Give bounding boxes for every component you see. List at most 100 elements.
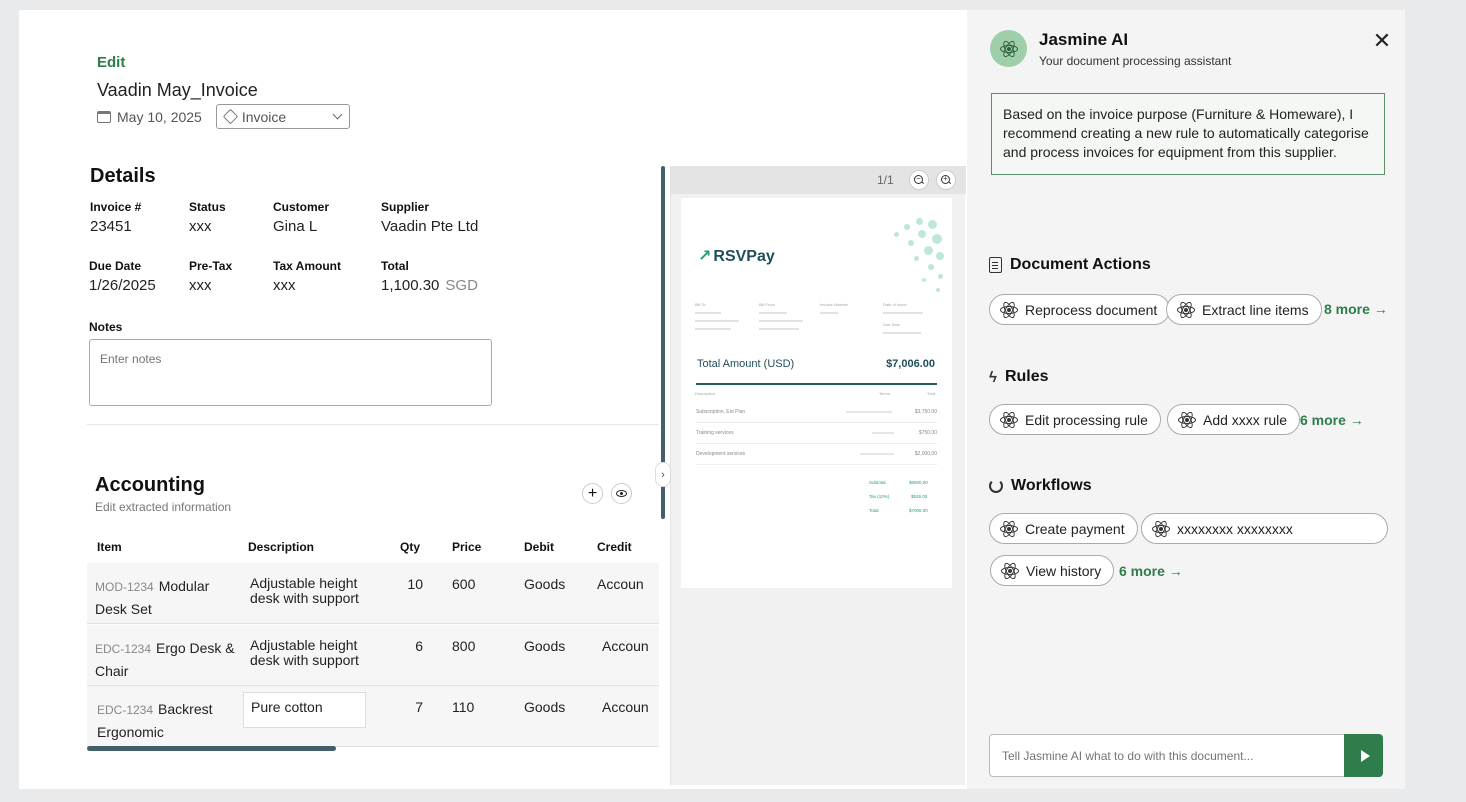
rules-more-link[interactable]: 6 more → [1300,412,1364,428]
app-window: Edit Vaadin May_Invoice May 10, 2025 Inv… [19,10,1405,789]
assistant-avatar [990,30,1027,67]
chip-label: Edit processing rule [1025,411,1148,428]
extract-line-items-button[interactable]: Extract line items [1166,294,1322,325]
chip-label: xxxxxxxx xxxxxxxx [1177,520,1293,537]
row-description[interactable]: Adjustable height desk with support [250,576,370,606]
field-label: Invoice # [90,200,142,214]
column-header-description[interactable]: Description [248,540,314,554]
column-header-qty[interactable]: Qty [400,540,420,554]
zoom-out-button[interactable]: − [909,170,929,190]
field-label: Status [189,200,226,214]
chip-label: Add xxxx rule [1203,411,1288,428]
close-icon: ✕ [1372,28,1392,53]
row-qty[interactable]: 6 [387,638,423,654]
chevron-down-icon [332,109,343,120]
assistant-chat-input[interactable] [989,734,1345,777]
notes-input[interactable] [89,339,492,406]
document-type-select[interactable]: Invoice [215,104,350,129]
field-value[interactable]: xxx [273,277,341,294]
atom-icon [1000,518,1018,539]
row-debit[interactable]: Goods [524,638,565,654]
table-row[interactable]: EDC-1234 Ergo Desk & Chair Adjustable hei… [87,625,659,686]
add-line-button[interactable]: + [582,483,603,504]
row-item[interactable]: EDC-1234 Backrest Ergonomic [97,698,237,743]
create-payment-button[interactable]: Create payment [989,513,1138,544]
row-description-input[interactable]: Pure cotton [243,692,366,728]
toggle-view-button[interactable] [611,483,632,504]
table-horizontal-scrollbar[interactable] [87,746,336,751]
field-value[interactable]: 23451 [90,218,141,235]
row-price[interactable]: 600 [452,576,475,592]
field-value[interactable]: Gina L [273,218,329,235]
row-price[interactable]: 110 [452,699,474,715]
atom-icon [1000,299,1018,320]
row-debit[interactable]: Goods [524,576,565,592]
field-tax-amount: Tax Amount xxx [273,259,341,294]
rules-heading: ϟ Rules [989,368,1049,386]
table-row[interactable]: EDC-1234 Backrest Ergonomic Pure cotton 7… [87,686,659,747]
details-heading: Details [90,165,156,187]
column-header-debit[interactable]: Debit [524,540,554,554]
row-qty[interactable]: 7 [387,699,423,715]
field-label: Total [381,259,409,273]
notes-label: Notes [89,320,123,334]
column-header-credit[interactable]: Credit [597,540,632,554]
document-title[interactable]: Vaadin May_Invoice [97,80,258,101]
row-qty[interactable]: 10 [387,576,423,592]
send-icon [1360,749,1370,762]
row-credit[interactable]: Accoun [602,699,664,715]
workflow-action-button[interactable]: xxxxxxxx xxxxxxxx [1141,513,1388,544]
row-credit[interactable]: Accoun [597,576,659,592]
preview-summary-label: Tax (10%) [869,494,890,499]
column-header-price[interactable]: Price [452,540,481,554]
document-actions-more-link[interactable]: 8 more → [1324,301,1388,317]
preview-rule [696,383,937,385]
atom-icon [1152,518,1170,539]
refresh-icon [989,479,1003,493]
preview-line-desc: Subscription, Ent Plan [696,409,746,415]
page-indicator: 1/1 [877,173,894,187]
assistant-subtitle: Your document processing assistant [1039,54,1232,68]
row-item[interactable]: MOD-1234 Modular Desk Set [95,575,235,620]
field-value[interactable]: 1,100.30 SGD [381,277,478,294]
section-title: Document Actions [1010,256,1151,273]
field-status: Status xxx [189,200,226,235]
field-value[interactable]: 1/26/2025 [89,277,156,294]
field-supplier: Supplier Vaadin Pte Ltd [381,200,478,235]
row-description[interactable]: Adjustable height desk with support [250,638,370,668]
add-rule-button[interactable]: Add xxxx rule [1167,404,1301,435]
preview-line-amount: $750.00 [918,430,937,436]
view-history-button[interactable]: View history [990,555,1115,586]
preview-line-amount: $3,750.00 [914,409,937,415]
accounting-table-header: Item Description Qty Price Debit Credit [87,538,659,562]
send-button[interactable] [1344,734,1383,777]
column-header-item[interactable]: Item [97,540,122,554]
brand-logo: ↗ RSVPay [698,246,775,266]
workflows-more-link[interactable]: 6 more → [1119,563,1183,579]
field-value[interactable]: xxx [189,218,226,235]
row-item[interactable]: EDC-1234 Ergo Desk & Chair [95,637,235,682]
field-total: Total 1,100.30 SGD [381,259,478,294]
preview-label: Bill From [759,302,775,307]
preview-label: Due Date [883,322,900,327]
date-text: May 10, 2025 [117,108,202,125]
row-debit[interactable]: Goods [524,699,565,715]
zoom-in-button[interactable]: + [936,170,956,190]
collapse-preview-button[interactable]: › [655,462,671,487]
row-price[interactable]: 800 [452,638,475,654]
item-code: EDC-1234 [95,642,152,656]
reprocess-document-button[interactable]: Reprocess document [989,294,1171,325]
preview-line-amount: $2,000.00 [914,451,937,457]
table-row[interactable]: MOD-1234 Modular Desk Set Adjustable heig… [87,563,659,624]
close-button[interactable]: ✕ [1371,30,1393,52]
field-value[interactable]: Vaadin Pte Ltd [381,218,478,235]
chevron-right-icon: › [661,468,665,481]
edit-processing-rule-button[interactable]: Edit processing rule [989,404,1161,435]
tag-icon [222,108,239,125]
field-label: Customer [273,200,330,214]
row-credit[interactable]: Accoun [602,638,664,654]
document-editor-panel: Edit Vaadin May_Invoice May 10, 2025 Inv… [19,10,967,789]
preview-label: Invoice Number [820,302,849,307]
edit-label: Edit [97,54,126,71]
field-value[interactable]: xxx [189,277,232,294]
